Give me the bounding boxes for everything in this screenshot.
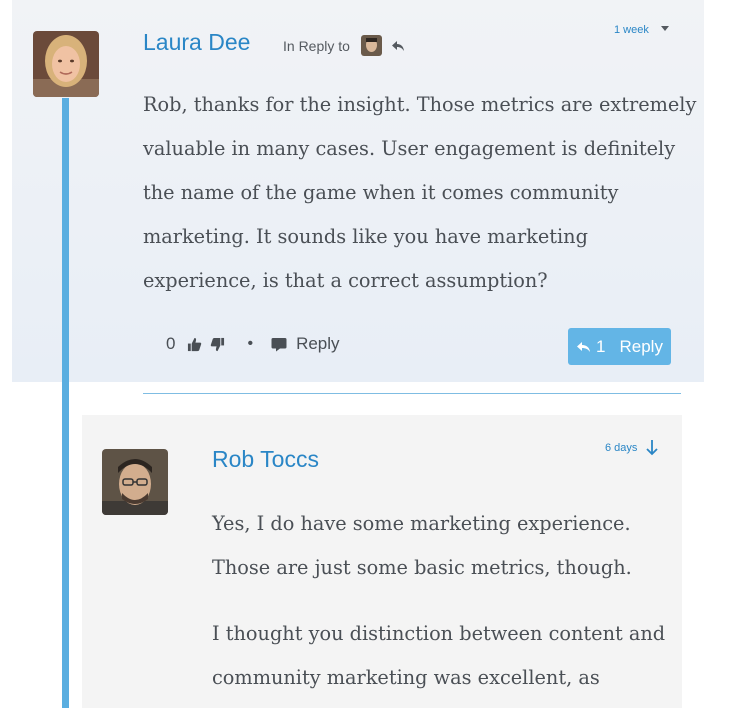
- replies-button[interactable]: 1 Reply: [568, 328, 671, 365]
- in-reply-to: In Reply to: [283, 35, 405, 56]
- thread-line: [62, 98, 69, 708]
- divider: [143, 393, 681, 394]
- comment-paragraph: I thought you distinction between conten…: [212, 622, 666, 689]
- reply-target-avatar[interactable]: [360, 35, 382, 56]
- avatar-rob[interactable]: [102, 449, 168, 515]
- vote-count: 0: [166, 334, 176, 353]
- reply-link[interactable]: Reply: [271, 334, 340, 354]
- author-name[interactable]: Rob Toccs: [212, 446, 319, 473]
- caret-down-icon[interactable]: [661, 26, 669, 31]
- comment-icon: [271, 337, 287, 351]
- arrow-down-icon[interactable]: [645, 439, 659, 456]
- comment-time[interactable]: 1 week: [614, 24, 649, 36]
- comment-paragraph: Yes, I do have some marketing experience…: [212, 512, 632, 579]
- in-reply-to-label: In Reply to: [283, 37, 350, 54]
- thumbs-up-icon[interactable]: [187, 337, 202, 352]
- avatar-laura[interactable]: [33, 31, 99, 97]
- replies-count: 1: [596, 336, 606, 356]
- thumbs-down-icon[interactable]: [210, 337, 225, 352]
- replies-button-label: Reply: [619, 336, 663, 356]
- comment-time[interactable]: 6 days: [605, 442, 637, 454]
- reply-arrow-icon: [577, 341, 591, 352]
- comment-body: Rob, thanks for the insight. Those metri…: [143, 93, 697, 292]
- reply-link-label: Reply: [296, 334, 340, 353]
- separator-dot: •: [247, 335, 254, 352]
- author-name[interactable]: Laura Dee: [143, 29, 250, 56]
- reply-arrow-icon[interactable]: [391, 40, 405, 52]
- comment-actions: 0 • Reply: [166, 334, 340, 354]
